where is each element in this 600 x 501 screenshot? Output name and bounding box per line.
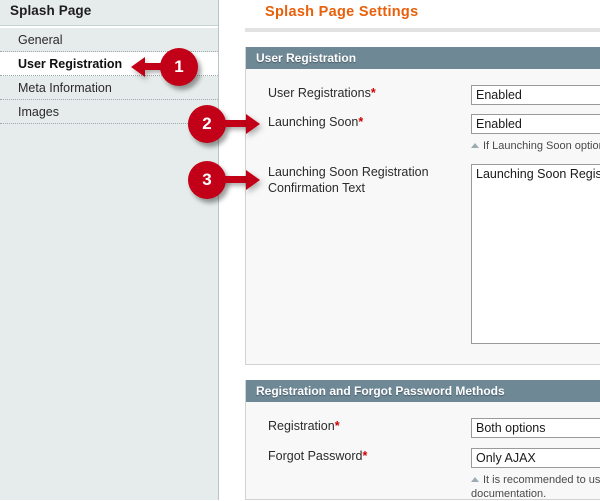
sidebar-item-label: General xyxy=(18,33,63,47)
sidebar-empty-area xyxy=(0,124,218,500)
hint-text: If Launching Soon option xyxy=(483,140,600,152)
field-label-user-registrations: User Registrations* xyxy=(268,85,478,101)
field-control-forgot-password xyxy=(471,448,600,468)
hint-forgot-password: It is recommended to us documentation. xyxy=(471,473,600,501)
required-marker: * xyxy=(334,419,340,433)
arrow-head-left-icon xyxy=(131,57,145,77)
callout-badge-1: 1 xyxy=(160,48,198,86)
triangle-bullet-icon xyxy=(471,143,479,148)
field-label-text: User Registrations xyxy=(268,86,371,100)
field-label-text: Forgot Password xyxy=(268,449,363,463)
field-control-user-registrations xyxy=(471,85,600,105)
forgot-password-select[interactable] xyxy=(471,448,600,468)
arrow-head-right-icon xyxy=(246,114,260,134)
page-title-divider xyxy=(245,28,600,32)
required-marker: * xyxy=(362,449,368,463)
arrow-shaft xyxy=(224,176,248,183)
fieldset-legend: User Registration xyxy=(246,47,600,69)
field-label-launching-soon: Launching Soon* xyxy=(268,114,478,130)
triangle-bullet-icon xyxy=(471,477,479,482)
field-label-text: Registration xyxy=(268,419,335,433)
field-label-registration: Registration* xyxy=(268,418,478,434)
page-title: Splash Page Settings xyxy=(265,4,419,20)
sidebar-item-label: Meta Information xyxy=(18,81,112,95)
field-control-registration xyxy=(471,418,600,438)
content-panel: Splash Page Settings User Registration U… xyxy=(220,0,600,500)
field-control-confirmation-text: Launching Soon Regis xyxy=(471,164,600,347)
field-label-forgot-password: Forgot Password* xyxy=(268,448,478,464)
callout-badge-2: 2 xyxy=(188,105,226,143)
field-label-text: Launching Soon Registration Confirmation… xyxy=(268,165,429,195)
sidebar-title: Splash Page xyxy=(10,3,92,18)
field-label-confirmation-text: Launching Soon Registration Confirmation… xyxy=(268,164,478,196)
field-label-text: Launching Soon xyxy=(268,115,359,129)
callout-badge-3: 3 xyxy=(188,161,226,199)
launching-soon-confirmation-textarea[interactable]: Launching Soon Regis xyxy=(471,164,600,344)
fieldset-user-registration: User Registration User Registrations* La… xyxy=(245,47,600,365)
sidebar-item-label: User Registration xyxy=(18,57,123,71)
arrow-shaft xyxy=(224,120,248,127)
fieldset-registration-methods: Registration and Forgot Password Methods… xyxy=(245,380,600,500)
hint-launching-soon: If Launching Soon option xyxy=(471,139,600,153)
required-marker: * xyxy=(358,115,364,129)
arrow-head-right-icon xyxy=(246,170,260,190)
registration-select[interactable] xyxy=(471,418,600,438)
sidebar-item-images[interactable]: Images xyxy=(0,100,218,124)
sidebar-item-label: Images xyxy=(18,105,59,119)
user-registrations-select[interactable] xyxy=(471,85,600,105)
required-marker: * xyxy=(370,86,376,100)
fieldset-legend: Registration and Forgot Password Methods xyxy=(246,380,600,402)
hint-text: It is recommended to us documentation. xyxy=(471,474,600,500)
field-control-launching-soon xyxy=(471,114,600,134)
launching-soon-select[interactable] xyxy=(471,114,600,134)
